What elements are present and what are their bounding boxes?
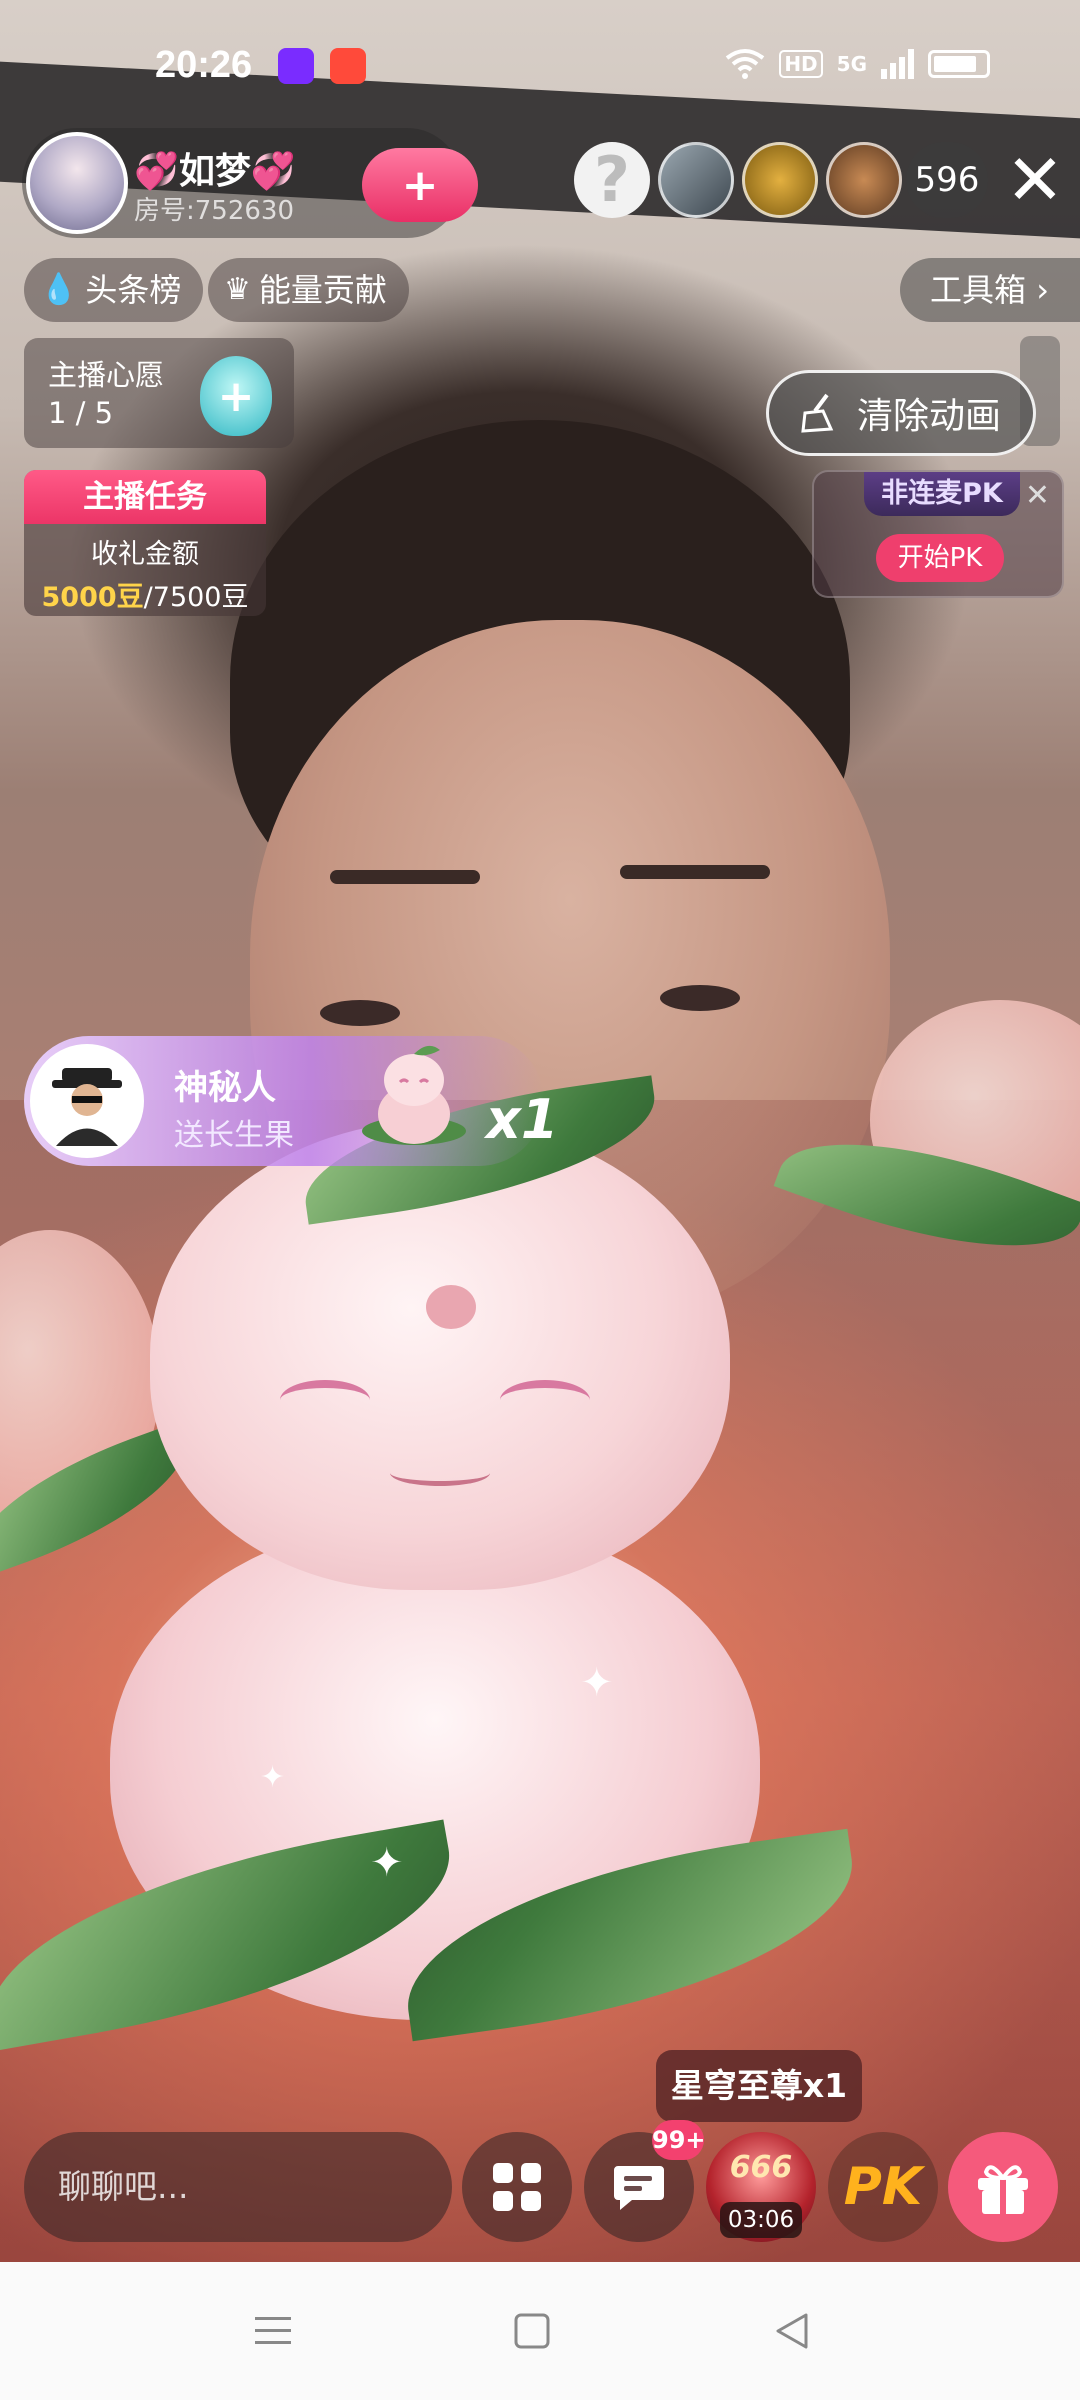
wish-progress: 1 / 5: [48, 396, 114, 430]
sparkle-icon: ✦: [370, 1840, 404, 1886]
battery-icon: [928, 50, 990, 78]
pk-label: PK: [843, 2157, 923, 2217]
more-menu-button[interactable]: [462, 2132, 572, 2242]
app-notification-icon: [278, 48, 314, 84]
peach-left-eye: [280, 1380, 370, 1420]
close-icon[interactable]: ✕: [1025, 478, 1050, 513]
gift-sender-name: 神秘人: [174, 1068, 276, 1108]
signal-icon: [881, 49, 914, 79]
chat-bubble-icon: [614, 2166, 664, 2210]
energy-contribution-label: 能量贡献: [258, 271, 387, 309]
clear-animation-label: 清除动画: [857, 396, 1002, 437]
streamer-left-eye: [320, 1000, 400, 1026]
host-name: 💞如梦💞: [134, 151, 296, 192]
peach-right-eye: [500, 1380, 590, 1420]
streamer-left-brow: [330, 870, 480, 884]
gift-count: x1: [486, 1088, 559, 1151]
drop-icon: 💧: [40, 272, 78, 307]
host-info[interactable]: 💞如梦💞 房号:752630 +: [22, 128, 478, 238]
peach-gift-icon: [362, 1045, 466, 1145]
gift-icon: [978, 2165, 1028, 2214]
viewer-avatar[interactable]: [658, 142, 734, 218]
task-header: 主播任务: [24, 470, 266, 524]
crown-icon: ♛: [224, 272, 251, 307]
grid-icon: [493, 2163, 541, 2211]
follow-button[interactable]: +: [362, 148, 478, 222]
network-type: 5G: [836, 52, 867, 76]
message-count-badge: 99+: [652, 2120, 706, 2160]
chat-input[interactable]: 聊聊吧...: [24, 2132, 452, 2242]
host-task-card[interactable]: 主播任务 收礼金额 5000豆/7500豆: [24, 470, 266, 616]
sparkle-icon: ✦: [580, 1660, 614, 1706]
gift-combo-tip: 星穹至尊x1: [656, 2050, 862, 2122]
pk-button[interactable]: PK: [828, 2132, 938, 2242]
headline-rank-label: 头条榜: [85, 271, 182, 309]
energy-contribution-button[interactable]: ♛ 能量贡献: [208, 258, 409, 322]
help-button[interactable]: ?: [574, 142, 650, 218]
hd-icon: HD: [779, 50, 823, 78]
pk-card: 非连麦PK ✕ 开始PK: [812, 470, 1064, 598]
task-target-amount: /7500豆: [143, 582, 249, 613]
status-icons: HD 5G: [725, 48, 990, 80]
home-square-icon: [514, 2313, 550, 2349]
task-current-amount: 5000豆: [41, 582, 144, 613]
level-timer: 03:06: [720, 2202, 802, 2238]
pk-mode-tag: 非连麦PK: [864, 472, 1020, 516]
menu-icon: [255, 2317, 291, 2344]
viewer-avatar[interactable]: [826, 142, 902, 218]
gift-button[interactable]: [948, 2132, 1058, 2242]
streamer-right-eye: [660, 985, 740, 1011]
peach-mouth: [390, 1460, 490, 1486]
wifi-icon: [726, 49, 765, 79]
streamer-right-brow: [620, 865, 770, 879]
gift-notification-banner: 神秘人 送长生果: [24, 1036, 544, 1166]
task-label: 收礼金额: [91, 539, 199, 570]
home-nav-button[interactable]: [502, 2306, 562, 2356]
headline-rank-button[interactable]: 💧 头条榜: [24, 258, 204, 322]
app-notification-icon: [330, 48, 366, 84]
system-navigation-bar: [0, 2262, 1080, 2400]
level-number: 666: [729, 2150, 793, 2185]
host-avatar[interactable]: [26, 132, 128, 234]
clear-animation-button[interactable]: 清除动画: [766, 370, 1036, 456]
status-bar: 20:26 HD 5G: [0, 0, 1080, 130]
gift-description: 送长生果: [174, 1118, 294, 1153]
toolbox-button[interactable]: 工具箱 ›: [900, 258, 1080, 322]
back-triangle-icon: [776, 2313, 808, 2349]
host-wish-panel[interactable]: 主播心愿 1 / 5 +: [24, 338, 294, 448]
heart-plus-icon: +: [401, 159, 439, 211]
task-amount: 5000豆/7500豆: [24, 575, 266, 614]
chevron-right-icon: ›: [1036, 271, 1049, 309]
wish-title: 主播心愿: [48, 358, 165, 392]
broom-icon: [801, 393, 834, 433]
viewer-avatar[interactable]: [742, 142, 818, 218]
wish-add-icon[interactable]: +: [200, 356, 272, 436]
status-time: 20:26: [155, 44, 253, 86]
toolbox-label: 工具箱: [930, 271, 1027, 309]
viewer-count[interactable]: 596: [906, 142, 988, 218]
menu-nav-button[interactable]: [243, 2306, 303, 2356]
close-button[interactable]: ✕: [1000, 140, 1070, 220]
room-number: 房号:752630: [134, 196, 295, 226]
peach-forehead: [426, 1285, 476, 1329]
mystery-person-icon: [52, 1068, 122, 1146]
back-nav-button[interactable]: [762, 2306, 822, 2356]
sender-avatar[interactable]: [30, 1044, 144, 1158]
start-pk-button[interactable]: 开始PK: [876, 534, 1004, 582]
sparkle-icon: ✦: [260, 1760, 286, 1795]
